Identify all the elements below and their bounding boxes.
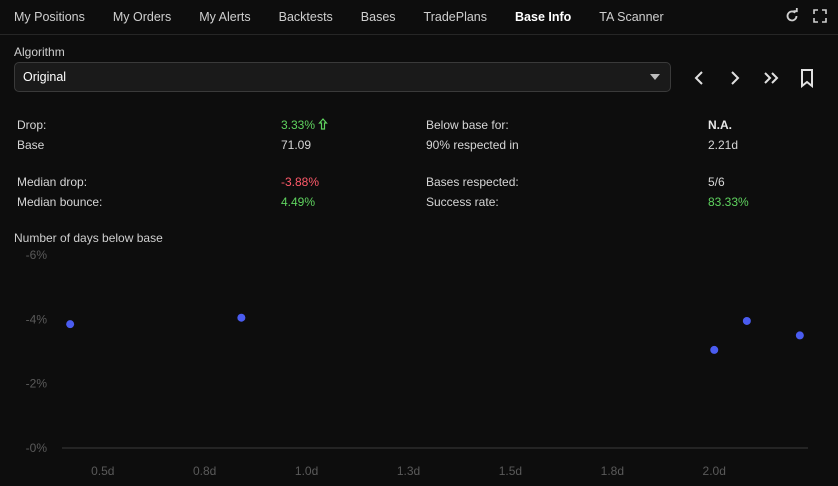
algorithm-selected-value: Original <box>23 70 67 84</box>
median-drop-label: Median drop: <box>17 175 88 189</box>
tab-tradeplans[interactable]: TradePlans <box>410 0 501 34</box>
y-tick-label: -6% <box>26 248 48 262</box>
chevron-right-icon[interactable] <box>726 68 744 88</box>
tab-ta-scanner[interactable]: TA Scanner <box>585 0 677 34</box>
respected-value: 2.21d <box>708 138 739 152</box>
caret-down-icon <box>650 74 660 80</box>
base-label: Base <box>17 138 45 152</box>
x-tick-label: 0.8d <box>193 464 216 478</box>
y-tick-label: -2% <box>26 377 48 391</box>
below-base-value: N.A. <box>708 118 732 132</box>
success-rate-value: 83.33% <box>708 195 749 209</box>
tab-my-positions[interactable]: My Positions <box>0 0 99 34</box>
drop-value-group: 3.33% <box>281 118 329 132</box>
bases-respected-label: Bases respected: <box>426 175 519 189</box>
y-tick-label: -0% <box>26 441 48 455</box>
tab-my-orders[interactable]: My Orders <box>99 0 185 34</box>
median-drop-value: -3.88% <box>281 175 320 189</box>
below-base-label: Below base for: <box>426 118 509 132</box>
data-point[interactable] <box>710 345 719 354</box>
up-arrow-icon <box>318 118 329 130</box>
median-bounce-label: Median bounce: <box>17 195 103 209</box>
refresh-icon[interactable] <box>784 8 800 24</box>
algorithm-select[interactable]: Original <box>14 62 671 92</box>
chevron-left-icon[interactable] <box>690 68 708 88</box>
double-chevron-right-icon[interactable] <box>762 68 780 88</box>
median-bounce-value: 4.49% <box>281 195 316 209</box>
bases-respected-value: 5/6 <box>708 175 725 189</box>
drop-value: 3.33% <box>281 118 316 132</box>
chart-title: Number of days below base <box>14 231 163 245</box>
tab-bases[interactable]: Bases <box>347 0 410 34</box>
success-rate-label: Success rate: <box>426 195 499 209</box>
tab-base-info[interactable]: Base Info <box>501 0 585 34</box>
base-value: 71.09 <box>281 138 312 152</box>
x-tick-label: 1.0d <box>295 464 318 478</box>
y-tick-label: -4% <box>26 312 48 326</box>
x-tick-label: 0.5d <box>91 464 114 478</box>
fullscreen-icon[interactable] <box>812 8 828 24</box>
top-tab-bar: My Positions My Orders My Alerts Backtes… <box>0 0 838 35</box>
x-tick-label: 1.5d <box>499 464 522 478</box>
bookmark-icon[interactable] <box>798 68 816 89</box>
x-tick-label: 1.3d <box>397 464 420 478</box>
data-point[interactable] <box>66 320 75 329</box>
respected-label: 90% respected in <box>426 138 519 152</box>
x-tick-label: 1.8d <box>601 464 624 478</box>
data-point[interactable] <box>237 313 246 322</box>
tab-my-alerts[interactable]: My Alerts <box>185 0 264 34</box>
algorithm-label: Algorithm <box>14 45 65 59</box>
x-tick-label: 2.0d <box>703 464 726 478</box>
data-point[interactable] <box>795 331 804 340</box>
tab-backtests[interactable]: Backtests <box>265 0 347 34</box>
drop-label: Drop: <box>17 118 47 132</box>
data-point[interactable] <box>742 316 751 325</box>
